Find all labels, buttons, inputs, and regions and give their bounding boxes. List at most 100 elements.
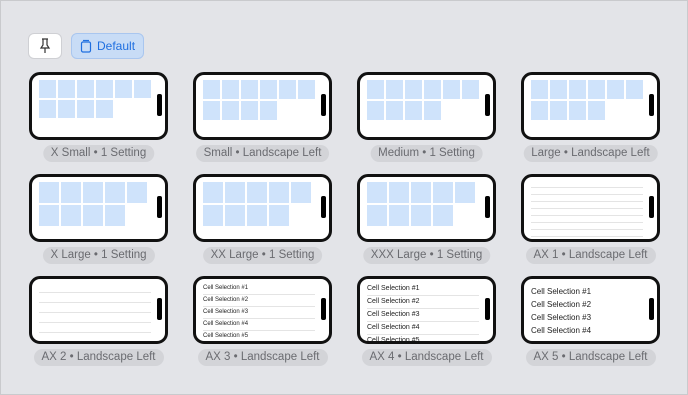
cell-tile xyxy=(386,101,403,120)
preview-label: AX 2 • Landscape Left xyxy=(33,349,164,366)
cell-tile xyxy=(225,205,245,226)
device-frame xyxy=(357,72,496,140)
tile-grid xyxy=(39,80,151,118)
preview-label: XXX Large • 1 Setting xyxy=(362,247,491,264)
cell-list xyxy=(39,283,151,341)
pin-button[interactable] xyxy=(28,33,62,59)
cell-tile xyxy=(222,80,239,99)
cell-list: Cell Selection #1 Cell Selection #2 Cell… xyxy=(531,285,643,337)
cell-tile xyxy=(127,182,147,203)
cell-tile xyxy=(424,80,441,99)
cell-tile xyxy=(241,80,258,99)
cell-tile xyxy=(550,101,567,120)
list-item: Cell Selection #3 xyxy=(367,309,479,322)
device-frame xyxy=(29,276,168,344)
list-item: Cell Selection #4 xyxy=(203,319,315,331)
list-item: Cell Selection #2 xyxy=(367,296,479,309)
list-item: Cell Selection #5 xyxy=(367,335,479,341)
list-item xyxy=(531,195,643,202)
variant-label: Default xyxy=(97,39,136,53)
cell-tile xyxy=(531,80,548,99)
list-item xyxy=(531,209,643,216)
tile-grid xyxy=(531,80,643,120)
cell-tile xyxy=(247,205,267,226)
cell-tile xyxy=(96,100,113,118)
cell-tile xyxy=(411,182,431,203)
cell-tile xyxy=(58,100,75,118)
cell-tile xyxy=(411,205,431,226)
tile-grid xyxy=(203,80,315,120)
cell-tile xyxy=(134,80,151,98)
device-frame xyxy=(521,72,660,140)
tile-grid xyxy=(367,182,475,226)
list-item: Cell Selection #3 xyxy=(203,307,315,319)
side-button xyxy=(157,298,162,320)
cell-tile xyxy=(367,80,384,99)
device-frame: Cell Selection #1 Cell Selection #2 Cell… xyxy=(193,276,332,344)
cell-tile xyxy=(105,205,125,226)
list-item: Cell Selection #4 xyxy=(531,326,592,335)
cell-tile xyxy=(203,182,223,203)
tile-grid xyxy=(367,80,479,120)
list-item xyxy=(531,181,643,188)
cell-tile xyxy=(260,80,277,99)
cell-tile xyxy=(115,80,132,98)
cell-tile xyxy=(61,205,81,226)
list-item: Cell Selection #3 xyxy=(531,313,592,322)
side-button xyxy=(485,196,490,218)
cell-list xyxy=(531,181,643,237)
cell-tile xyxy=(269,182,289,203)
cell-tile xyxy=(433,182,453,203)
preview-label: AX 5 • Landscape Left xyxy=(525,349,656,366)
list-item xyxy=(531,230,643,237)
list-item xyxy=(531,188,643,195)
cell-tile xyxy=(225,182,245,203)
preview-label: X Large • 1 Setting xyxy=(42,247,155,264)
cell-tile xyxy=(77,80,94,98)
cell-tile xyxy=(443,80,460,99)
list-item: Cell Selection #2 xyxy=(531,300,592,309)
cell-tile xyxy=(260,101,277,120)
cell-tile xyxy=(607,80,624,99)
list-item xyxy=(531,223,643,230)
list-item xyxy=(531,216,643,223)
cell-tile xyxy=(83,205,103,226)
cell-tile xyxy=(550,80,567,99)
side-button xyxy=(649,298,654,320)
list-item: Cell Selection #1 xyxy=(203,283,315,295)
device-frame: Cell Selection #1 Cell Selection #2 Cell… xyxy=(357,276,496,344)
cell-tile xyxy=(405,101,422,120)
cell-tile xyxy=(588,80,605,99)
variant-default-button[interactable]: Default xyxy=(71,33,145,59)
cell-tile xyxy=(105,182,125,203)
cell-tile xyxy=(531,101,548,120)
cell-tile xyxy=(405,80,422,99)
cell-tile xyxy=(389,205,409,226)
cell-tile xyxy=(247,182,267,203)
cell-tile xyxy=(269,205,289,226)
preview-label: Large • Landscape Left xyxy=(523,145,658,162)
preview-canvas: Default X Small • 1 Setting Small • Land… xyxy=(0,0,688,395)
cell-tile xyxy=(386,80,403,99)
device-frame xyxy=(193,174,332,242)
list-item xyxy=(39,333,151,341)
device-frame: Cell Selection #1 Cell Selection #2 Cell… xyxy=(521,276,660,344)
cell-tile xyxy=(39,205,59,226)
cell-tile xyxy=(222,101,239,120)
pin-icon xyxy=(39,38,51,53)
cell-tile xyxy=(424,101,441,120)
preview-label: AX 4 • Landscape Left xyxy=(361,349,492,366)
list-item xyxy=(531,202,643,209)
cell-tile xyxy=(433,205,453,226)
cell-tile xyxy=(298,80,315,99)
list-item: Cell Selection #4 xyxy=(367,322,479,335)
cell-tile xyxy=(279,80,296,99)
side-button xyxy=(649,94,654,116)
side-button xyxy=(485,298,490,320)
side-button xyxy=(321,196,326,218)
side-button xyxy=(321,298,326,320)
side-button xyxy=(485,94,490,116)
cell-tile xyxy=(39,182,59,203)
device-frame xyxy=(193,72,332,140)
cell-tile xyxy=(77,100,94,118)
